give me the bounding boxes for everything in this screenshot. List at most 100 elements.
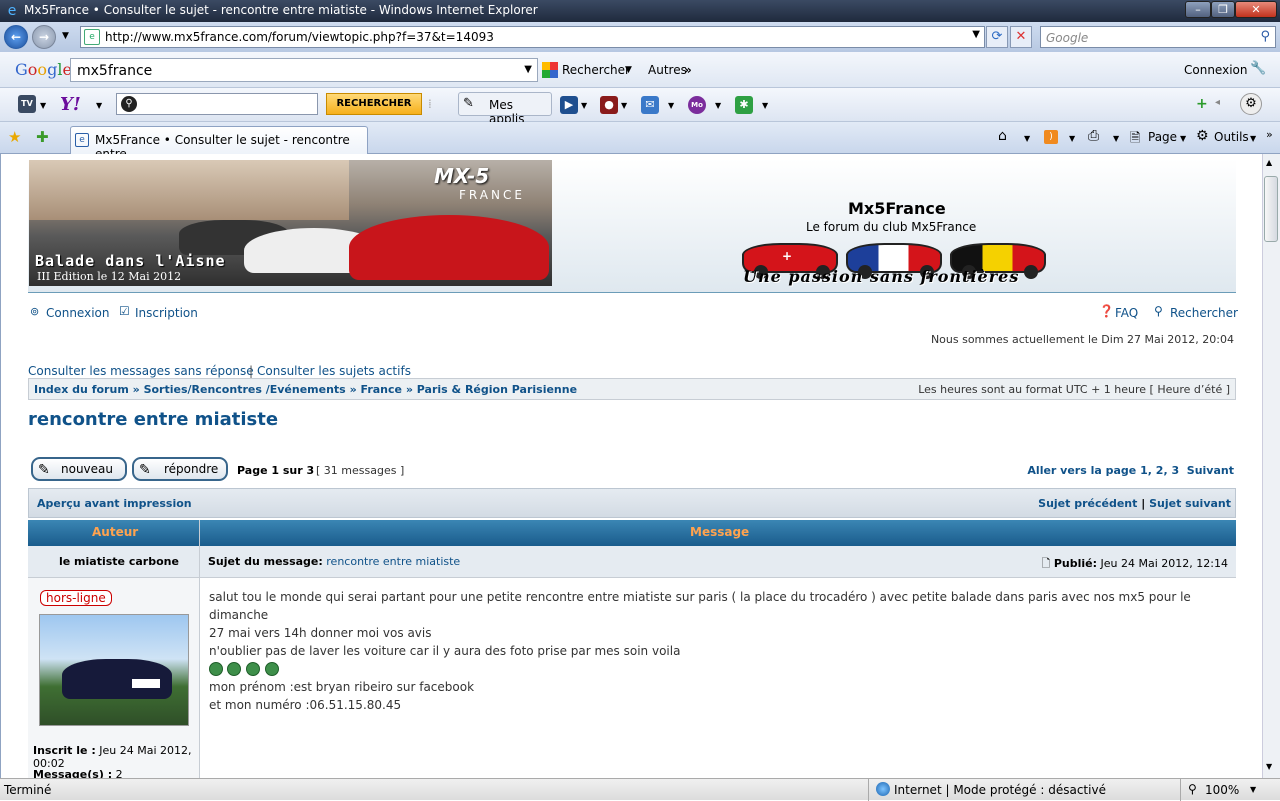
- reply-label: répondre: [164, 462, 219, 476]
- add-icon[interactable]: +: [1196, 96, 1208, 112]
- event-banner[interactable]: MX-5 FRANCE Balade dans l'Aisne III Edit…: [29, 160, 552, 286]
- breadcrumb-france[interactable]: France: [361, 383, 402, 396]
- tv-icon[interactable]: TV: [18, 95, 36, 113]
- search-link[interactable]: Rechercher: [1170, 306, 1238, 320]
- minimize-button[interactable]: –: [1185, 1, 1211, 18]
- google-more-button[interactable]: Autres: [648, 63, 687, 77]
- photo-icon[interactable]: ●: [600, 96, 618, 114]
- banner-title: Balade dans l'Aisne: [35, 252, 226, 270]
- next-topic-link[interactable]: Sujet suivant: [1149, 497, 1231, 510]
- breadcrumb-paris[interactable]: Paris & Région Parisienne: [417, 383, 577, 396]
- forward-button[interactable]: →: [32, 25, 56, 49]
- register-link[interactable]: Inscription: [135, 306, 198, 320]
- print-icon[interactable]: ⎙: [1088, 128, 1099, 144]
- mail-dropdown-icon[interactable]: ▼: [668, 101, 674, 110]
- rss-dropdown-icon[interactable]: ▼: [1069, 134, 1075, 143]
- home-dropdown-icon[interactable]: ▼: [1024, 134, 1030, 143]
- address-dropdown-icon[interactable]: ▼: [972, 29, 980, 40]
- topic-title[interactable]: rencontre entre miatiste: [28, 409, 278, 430]
- rss-icon[interactable]: ): [1044, 130, 1058, 144]
- photo-dropdown-icon[interactable]: ▼: [621, 101, 627, 110]
- history-dropdown-icon[interactable]: ▼: [62, 31, 69, 41]
- reply-button[interactable]: ✎ répondre: [132, 457, 228, 481]
- faq-icon: ❓: [1099, 304, 1114, 318]
- yahoo-logo[interactable]: Y!: [60, 94, 81, 115]
- print-preview-link[interactable]: Aperçu avant impression: [37, 497, 192, 510]
- new-topic-button[interactable]: ✎ nouveau: [31, 457, 127, 481]
- maximize-button[interactable]: ❐: [1211, 1, 1235, 18]
- scroll-down-icon[interactable]: ▼: [1266, 762, 1272, 771]
- scrollbar-thumb[interactable]: [1264, 176, 1278, 242]
- active-topics-link[interactable]: Consulter les sujets actifs: [257, 364, 411, 378]
- tools-dropdown-icon[interactable]: ▼: [1250, 134, 1256, 143]
- tab-row: ★ ✚ e Mx5France • Consulter le sujet - r…: [0, 122, 1280, 161]
- mail-icon[interactable]: ✉: [641, 96, 659, 114]
- widget-dropdown-icon[interactable]: ▼: [762, 101, 768, 110]
- post-content: salut tou le monde qui serai partant pou…: [200, 578, 1236, 778]
- google-search-dropdown-icon[interactable]: ▼: [625, 65, 632, 75]
- page-menu[interactable]: Page: [1148, 130, 1177, 144]
- stop-icon[interactable]: ✕: [1010, 26, 1032, 48]
- google-signin-button[interactable]: Connexion: [1184, 63, 1248, 77]
- page-3[interactable]: 3: [1171, 464, 1179, 477]
- yahoo-dropdown-icon[interactable]: ▼: [96, 101, 102, 110]
- google-search-button[interactable]: Rechercher: [562, 63, 630, 77]
- media-dropdown-icon[interactable]: ▼: [581, 101, 587, 110]
- post-published: 🗋 Publié: Jeu 24 Mai 2012, 12:14: [1042, 555, 1228, 574]
- site-description: Le forum du club Mx5France: [806, 220, 977, 234]
- tools-menu[interactable]: Outils: [1214, 130, 1249, 144]
- google-search-input[interactable]: mx5france ▼: [70, 58, 538, 82]
- back-button[interactable]: ←: [4, 25, 28, 49]
- messenger-icon[interactable]: Mo: [688, 96, 706, 114]
- avatar: [39, 614, 189, 726]
- login-link[interactable]: Connexion: [46, 306, 110, 320]
- post-doc-icon[interactable]: 🗋: [1042, 557, 1051, 570]
- yahoo-search-button[interactable]: RECHERCHER: [326, 93, 422, 115]
- unanswered-link[interactable]: Consulter les messages sans réponse: [28, 364, 254, 378]
- faq-link[interactable]: FAQ: [1115, 306, 1138, 320]
- tv-dropdown-icon[interactable]: ▼: [40, 101, 46, 110]
- next-page-link[interactable]: Suivant: [1187, 464, 1234, 477]
- breadcrumb-outings[interactable]: Sorties/Rencontres /Evénements: [144, 383, 346, 396]
- google-dropdown-icon[interactable]: ▼: [524, 64, 532, 75]
- scroll-up-icon[interactable]: ▲: [1266, 158, 1272, 167]
- favorites-star-icon[interactable]: ★: [8, 128, 21, 146]
- search-icon[interactable]: ⚲: [1260, 29, 1270, 44]
- post-line-4: mon prénom :est bryan ribeiro sur facebo…: [209, 680, 475, 694]
- media-icon[interactable]: ▶: [560, 96, 578, 114]
- search-link-icon: ⚲: [1154, 304, 1163, 318]
- security-zone[interactable]: Internet | Mode protégé : désactivé: [894, 783, 1106, 797]
- yahoo-search-input[interactable]: ⚲: [116, 93, 318, 115]
- toolbar-grip-icon: ⁞: [428, 97, 432, 111]
- goto-page-label[interactable]: Aller vers la page: [1027, 464, 1136, 477]
- wrench-icon[interactable]: 🔧: [1250, 61, 1266, 76]
- page-dropdown-icon[interactable]: ▼: [1180, 134, 1186, 143]
- topic-nav: Sujet précédent | Sujet suivant: [1038, 497, 1231, 510]
- breadcrumb-index[interactable]: Index du forum: [34, 383, 129, 396]
- toolbar-more-icon[interactable]: »: [1266, 128, 1273, 141]
- subject-link[interactable]: rencontre entre miatiste: [326, 555, 460, 568]
- zoom-level[interactable]: 100%: [1205, 783, 1239, 797]
- page-sep: ,: [1147, 464, 1156, 477]
- address-bar[interactable]: e http://www.mx5france.com/forum/viewtop…: [80, 26, 985, 48]
- page-1[interactable]: 1: [1140, 464, 1148, 477]
- search-box[interactable]: Google ⚲: [1040, 26, 1276, 48]
- prev-topic-link[interactable]: Sujet précédent: [1038, 497, 1137, 510]
- arrow-left-icon[interactable]: ◂: [1215, 97, 1220, 108]
- home-icon[interactable]: ⌂: [998, 128, 1007, 144]
- banner-building: [29, 160, 349, 220]
- refresh-icon[interactable]: ⟳: [986, 26, 1008, 48]
- settings-gear-icon[interactable]: ⚙: [1240, 93, 1262, 115]
- my-apps-button[interactable]: ✎ Mes applis: [458, 92, 552, 126]
- print-dropdown-icon[interactable]: ▼: [1113, 134, 1119, 143]
- tab-active[interactable]: e Mx5France • Consulter le sujet - renco…: [70, 126, 368, 161]
- zoom-dropdown-icon[interactable]: ▼: [1250, 785, 1256, 794]
- widget-icon[interactable]: ✱: [735, 96, 753, 114]
- banner-car-red: [349, 215, 549, 280]
- banner-subtitle: III Edition le 12 Mai 2012: [37, 270, 182, 283]
- vertical-scrollbar[interactable]: ▲ ▼: [1262, 154, 1280, 778]
- messenger-dropdown-icon[interactable]: ▼: [715, 101, 721, 110]
- add-favorite-icon[interactable]: ✚: [36, 128, 49, 146]
- post-author[interactable]: le miatiste carbone: [59, 555, 179, 568]
- close-window-button[interactable]: ✕: [1235, 1, 1277, 18]
